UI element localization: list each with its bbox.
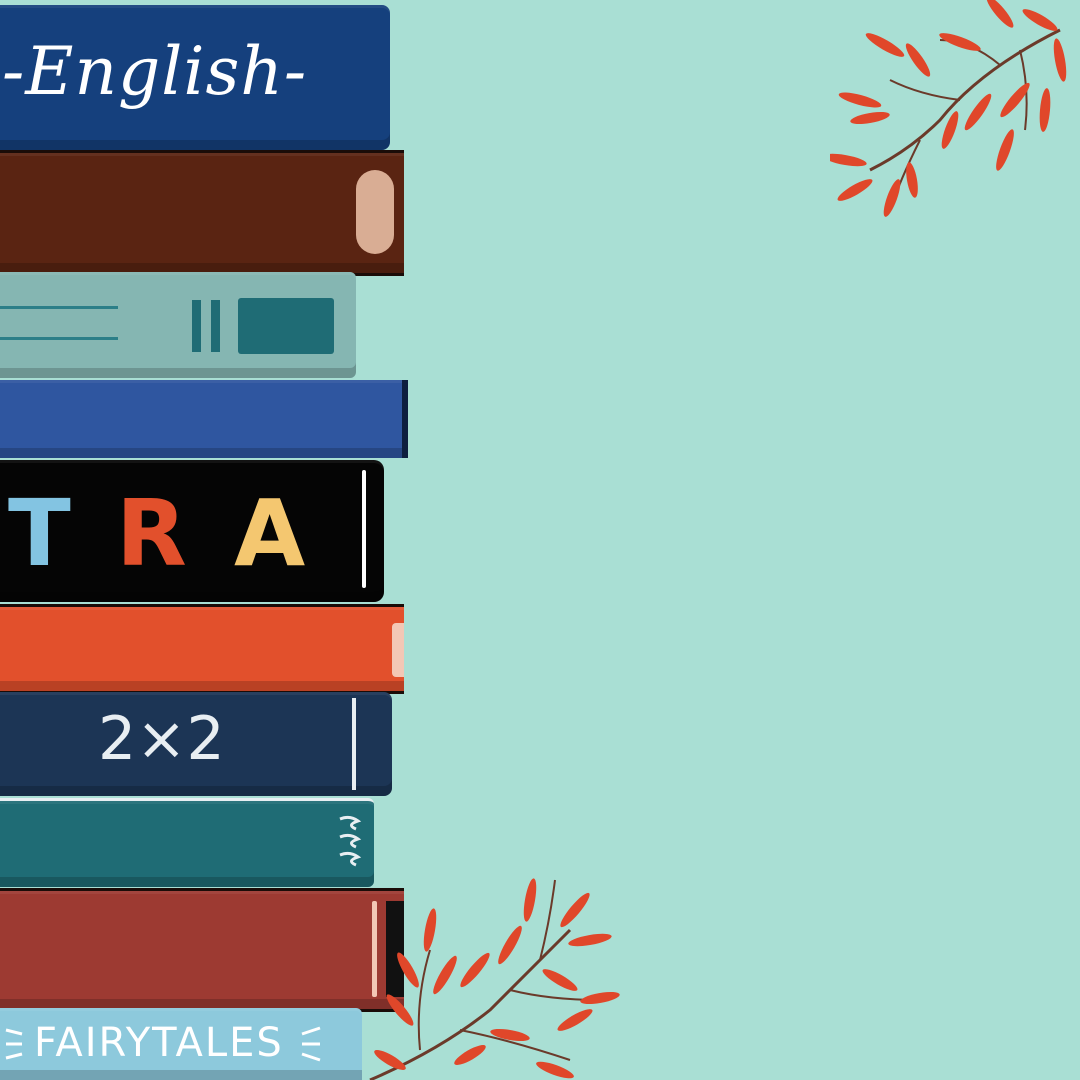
branch-top-leaf [865, 33, 905, 57]
book-teal [0, 798, 374, 887]
book-brown [0, 150, 404, 276]
branch-bottom-leaf [523, 878, 537, 922]
book-fairytales: FAIRYTALES [0, 1008, 362, 1080]
book-sage-line-2 [0, 337, 118, 340]
book-art-spine-line [362, 470, 366, 588]
branch-bottom-leaf [580, 991, 620, 1005]
branch-top-leaf [986, 0, 1014, 28]
book-red [0, 888, 404, 1012]
book-sage [0, 272, 356, 378]
book-sage-label-block [238, 298, 334, 354]
branch-bottom-leaf [423, 908, 437, 952]
book-math-title: 2×2 [98, 704, 225, 774]
branch-top-leaf [883, 179, 901, 217]
branch-bottom-leaf [542, 969, 578, 991]
branch-top-leaf [996, 129, 1014, 171]
branch-bottom-leaf [374, 1050, 406, 1070]
branch-bottom-sub-1 [417, 949, 431, 1051]
book-orange-label [392, 623, 404, 677]
branch-bottom-leaf [460, 952, 490, 988]
branch-top-leaf [838, 92, 882, 108]
branch-bottom-leaf [557, 1009, 593, 1031]
book-math-spine-line [352, 698, 356, 790]
branch-bottom-leaf [433, 955, 457, 995]
book-art-letter-a: A [234, 480, 306, 587]
branch-top-leaf [837, 179, 873, 201]
book-teal-wavy-lines [339, 815, 362, 867]
book-art: T R A [0, 460, 384, 602]
branch-bottom-leaf [568, 933, 612, 947]
branch-top-leaf [1039, 88, 1051, 132]
branch-top-sub-2 [889, 79, 961, 101]
branch-bottom-leaf [560, 892, 590, 928]
branch-top-leaf [830, 153, 867, 167]
branch-bottom-leaf [397, 952, 419, 988]
branch-top-leaf [939, 33, 981, 51]
branch-bottom-leaf [386, 994, 414, 1026]
book-sage-line-1 [0, 306, 118, 309]
branch-top-leaf [964, 93, 992, 131]
book-sage-stripe-1 [192, 300, 201, 352]
branch-bottom-leaf [498, 925, 522, 965]
book-fairytales-left-marks [5, 1028, 23, 1060]
branch-top-leaf [850, 111, 890, 125]
book-math: 2×2 [0, 692, 392, 796]
branch-bottom [369, 878, 620, 1080]
book-brown-label-oval [356, 170, 394, 254]
book-art-letter-r: R [116, 480, 187, 587]
book-blue [0, 380, 408, 458]
book-english: -English- [0, 5, 390, 150]
branch-top-leaf [1022, 9, 1058, 31]
book-sage-stripe-2 [211, 300, 220, 352]
branch-bottom-leaf [454, 1045, 486, 1065]
branch-top [830, 0, 1067, 217]
book-orange [0, 604, 404, 694]
book-english-title: -English- [2, 33, 308, 110]
branch-top-leaf [905, 43, 931, 77]
book-fairytales-title: FAIRYTALES [34, 1020, 284, 1066]
branch-bottom-leaf [536, 1061, 574, 1079]
book-art-letter-t: T [8, 480, 71, 587]
branch-top-leaf [1053, 38, 1067, 82]
book-fairytales-right-marks [301, 1026, 321, 1062]
